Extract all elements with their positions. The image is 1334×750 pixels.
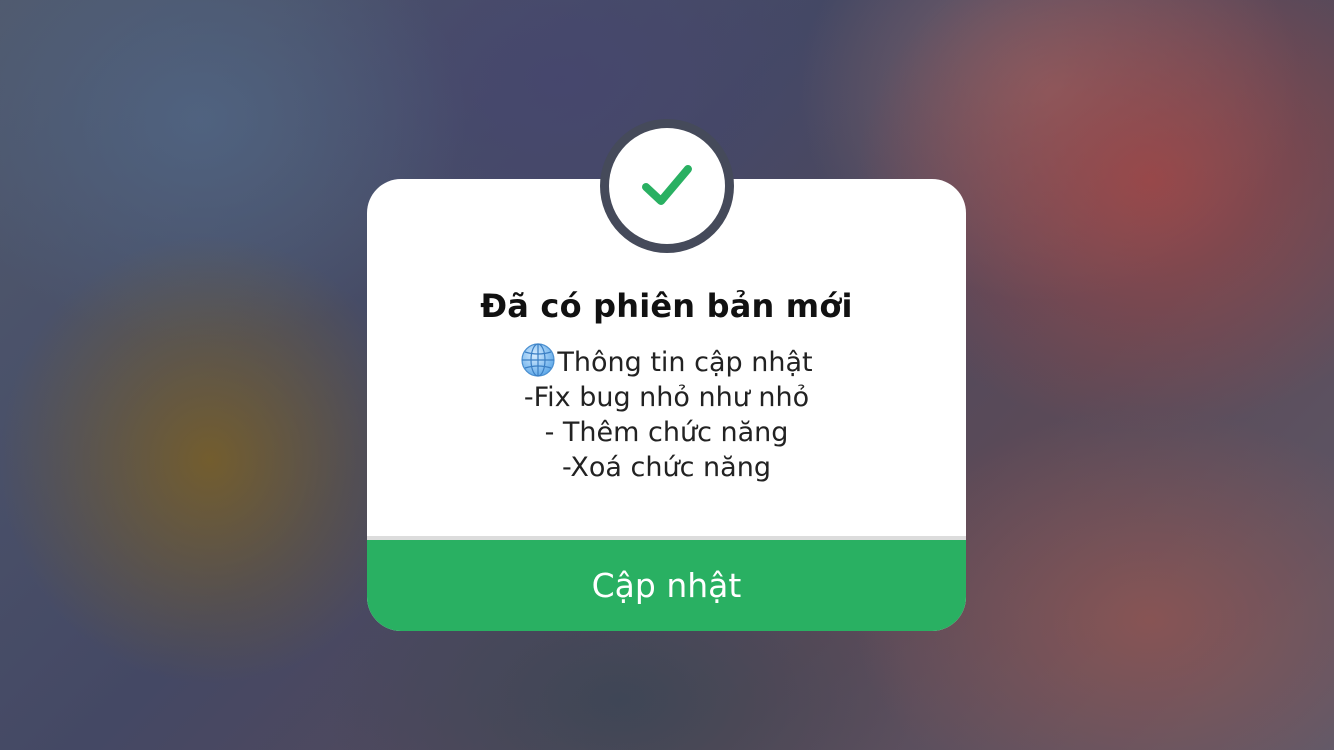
success-badge bbox=[600, 119, 734, 253]
update-notes-heading: Thông tin cập nhật bbox=[557, 347, 813, 378]
checkmark-icon bbox=[642, 165, 692, 205]
dialog-title: Đã có phiên bản mới bbox=[480, 287, 853, 325]
update-button[interactable]: Cập nhật bbox=[367, 540, 966, 631]
update-note-line: -Fix bug nhỏ như nhỏ bbox=[523, 382, 810, 413]
success-badge-inner bbox=[609, 128, 725, 244]
update-notes: Thông tin cập nhật -Fix bug nhỏ như nhỏ … bbox=[367, 342, 966, 485]
update-dialog: Đã có phiên bản mới Thông tin cập nhật -… bbox=[367, 119, 966, 631]
update-note-line: - Thêm chức năng bbox=[544, 417, 789, 448]
update-note-line: -Xoá chức năng bbox=[562, 452, 771, 483]
update-notes-heading-line: Thông tin cập nhật bbox=[367, 342, 966, 380]
globe-icon bbox=[520, 342, 556, 378]
